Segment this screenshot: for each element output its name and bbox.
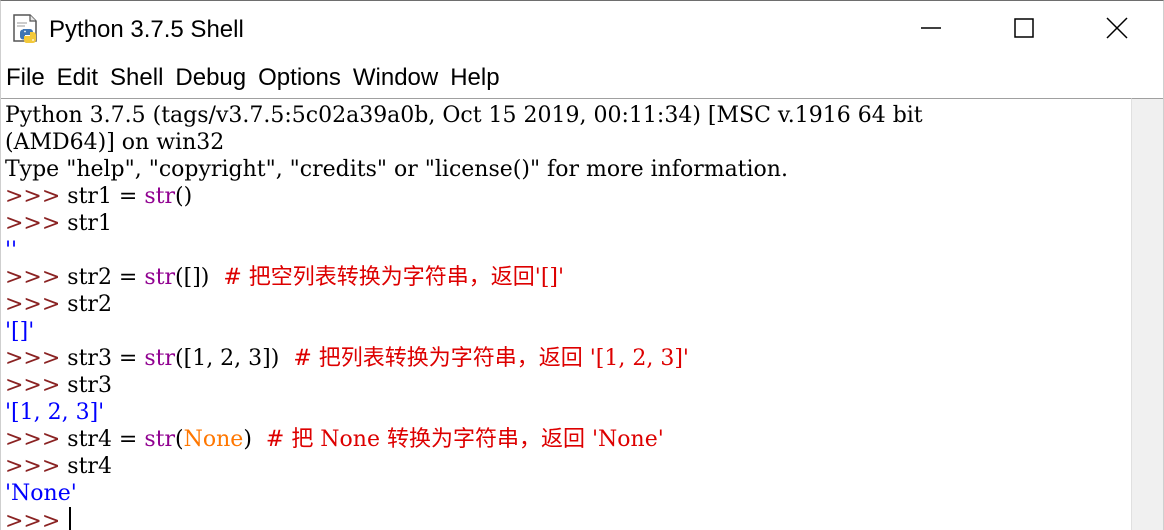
shell-line: Python 3.7.5 (tags/v3.7.5:5c02a39a0b, Oc… bbox=[5, 102, 923, 129]
idle-shell-window: Python 3.7.5 Shell File Edit Shell Debug… bbox=[0, 0, 1164, 530]
shell-text-segment: str1 bbox=[67, 211, 112, 236]
vertical-scrollbar[interactable] bbox=[1131, 98, 1163, 530]
shell-prompt: >>> bbox=[5, 211, 68, 236]
shell-line: >>> str4 = str(None) # 把 None 转换为字符串，返回 … bbox=[5, 426, 923, 453]
maximize-button[interactable] bbox=[978, 1, 1070, 59]
shell-prompt: >>> bbox=[5, 184, 68, 209]
text-cursor bbox=[69, 507, 72, 530]
shell-line: >>> str2 bbox=[5, 291, 923, 318]
maximize-icon bbox=[1014, 17, 1034, 43]
shell-text-segment: str bbox=[144, 265, 176, 290]
shell-text-segment: (AMD64)] on win32 bbox=[5, 130, 225, 155]
shell-output: Python 3.7.5 (tags/v3.7.5:5c02a39a0b, Oc… bbox=[5, 102, 923, 530]
shell-text-segment: str bbox=[144, 427, 176, 452]
shell-text-segment: str2 = bbox=[67, 265, 145, 290]
shell-text-segment: # 把列表转换为字符串，返回 '[1, 2, 3]' bbox=[293, 346, 689, 371]
shell-text-segment: Type "help", "copyright", "credits" or "… bbox=[5, 157, 788, 182]
shell-line: '[1, 2, 3]' bbox=[5, 399, 923, 426]
shell-prompt: >>> bbox=[5, 373, 68, 398]
shell-text-segment: str bbox=[144, 346, 176, 371]
shell-text-segment: '[1, 2, 3]' bbox=[5, 400, 105, 425]
menu-file[interactable]: File bbox=[1, 60, 51, 96]
shell-line: >>> str2 = str([]) # 把空列表转换为字符串，返回'[]' bbox=[5, 264, 923, 291]
menu-options[interactable]: Options bbox=[252, 60, 347, 96]
minimize-icon bbox=[921, 18, 941, 43]
shell-prompt: >>> bbox=[5, 454, 68, 479]
shell-prompt: >>> bbox=[5, 509, 68, 530]
menu-edit[interactable]: Edit bbox=[51, 60, 104, 96]
shell-text-segment: '' bbox=[5, 238, 18, 263]
menu-bar: File Edit Shell Debug Options Window Hel… bbox=[1, 59, 1163, 97]
close-icon bbox=[1106, 16, 1128, 44]
shell-text-segment: str3 bbox=[67, 373, 112, 398]
shell-line: 'None' bbox=[5, 480, 923, 507]
shell-text-segment: str4 bbox=[67, 454, 112, 479]
shell-text-segment: '[]' bbox=[5, 319, 35, 344]
shell-line: >>> str1 bbox=[5, 210, 923, 237]
shell-line: '' bbox=[5, 237, 923, 264]
shell-line: >>> str1 = str() bbox=[5, 183, 923, 210]
close-button[interactable] bbox=[1071, 1, 1163, 59]
shell-text-area[interactable]: Python 3.7.5 (tags/v3.7.5:5c02a39a0b, Oc… bbox=[1, 98, 1131, 530]
menu-help[interactable]: Help bbox=[444, 60, 505, 96]
shell-line: '[]' bbox=[5, 318, 923, 345]
shell-text-segment: ( bbox=[175, 427, 184, 452]
shell-text-segment: Python 3.7.5 (tags/v3.7.5:5c02a39a0b, Oc… bbox=[5, 103, 923, 128]
shell-line: >>> bbox=[5, 507, 923, 530]
shell-prompt: >>> bbox=[5, 427, 68, 452]
python-idle-icon[interactable] bbox=[11, 13, 41, 45]
shell-text-segment: str4 = bbox=[67, 427, 145, 452]
shell-text-segment: str3 = bbox=[67, 346, 145, 371]
menu-shell[interactable]: Shell bbox=[104, 60, 169, 96]
shell-line: >>> str3 = str([1, 2, 3]) # 把列表转换为字符串，返回… bbox=[5, 345, 923, 372]
menu-debug[interactable]: Debug bbox=[169, 60, 252, 96]
minimize-button[interactable] bbox=[885, 1, 977, 59]
window-title: Python 3.7.5 Shell bbox=[49, 16, 244, 43]
menu-window[interactable]: Window bbox=[347, 60, 444, 96]
shell-line: >>> str4 bbox=[5, 453, 923, 480]
shell-text-segment: ([]) bbox=[175, 265, 224, 290]
shell-text-segment: # 把空列表转换为字符串，返回'[]' bbox=[223, 265, 565, 290]
shell-text-segment: () bbox=[175, 184, 193, 209]
shell-text-segment: 'None' bbox=[5, 481, 77, 506]
shell-text-segment: str1 = bbox=[67, 184, 145, 209]
shell-line: >>> str3 bbox=[5, 372, 923, 399]
shell-text-segment: ) bbox=[243, 427, 266, 452]
shell-text-segment: None bbox=[183, 427, 244, 452]
shell-prompt: >>> bbox=[5, 292, 68, 317]
shell-prompt: >>> bbox=[5, 346, 68, 371]
shell-text-segment: str bbox=[144, 184, 176, 209]
shell-prompt: >>> bbox=[5, 265, 68, 290]
shell-text-segment: ([1, 2, 3]) bbox=[175, 346, 294, 371]
shell-text-segment: str2 bbox=[67, 292, 112, 317]
shell-line: Type "help", "copyright", "credits" or "… bbox=[5, 156, 923, 183]
title-bar[interactable]: Python 3.7.5 Shell bbox=[1, 1, 1163, 59]
shell-line: (AMD64)] on win32 bbox=[5, 129, 923, 156]
shell-text-segment: # 把 None 转换为字符串，返回 'None' bbox=[265, 427, 664, 452]
